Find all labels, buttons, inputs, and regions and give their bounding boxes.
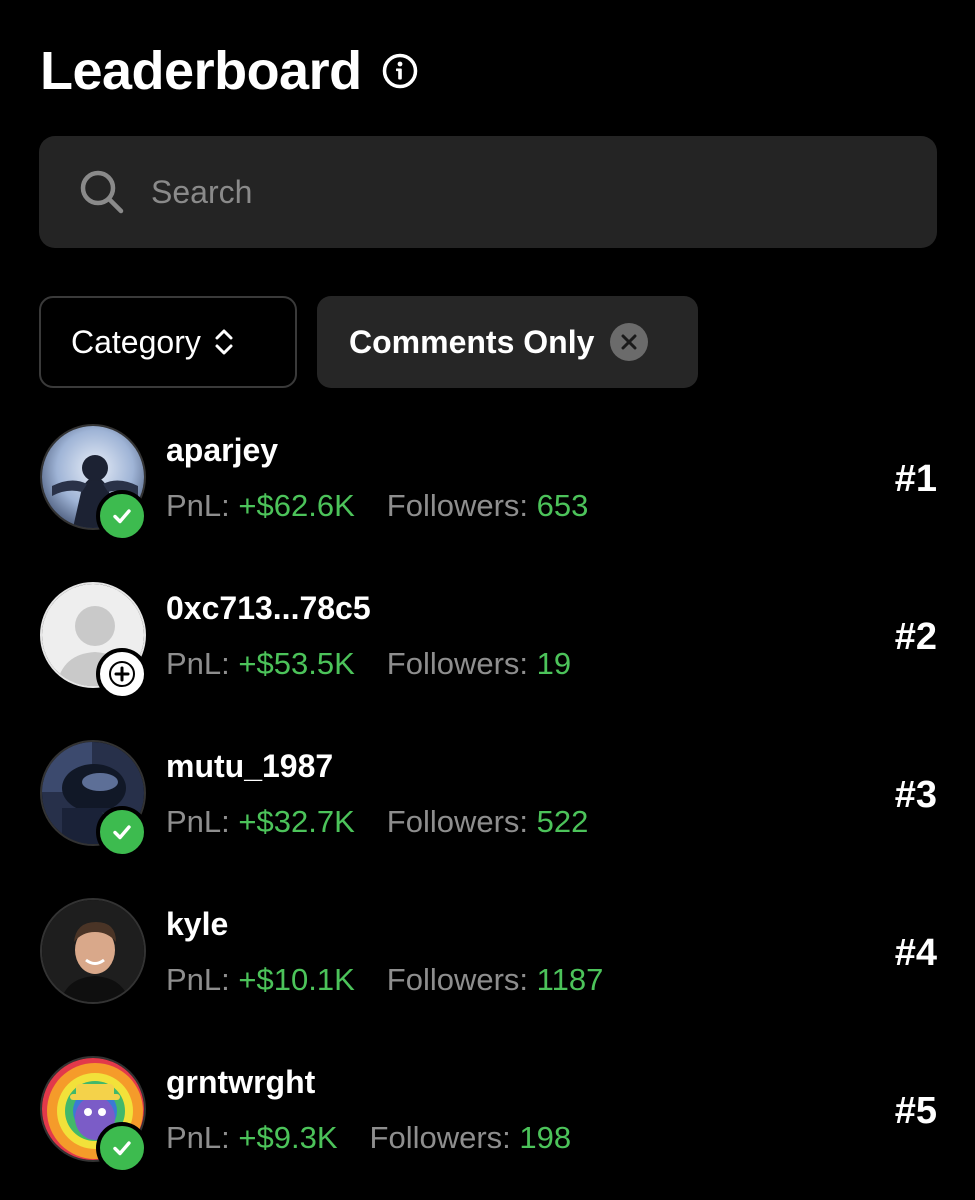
search-bar[interactable] [39,136,937,248]
filter-bar: Category Comments Only [39,296,698,388]
search-input[interactable] [151,162,937,222]
pnl-label: PnL: [166,646,230,681]
pnl-label: PnL: [166,962,230,997]
followers-value: 198 [519,1120,572,1155]
category-dropdown-label: Category [71,323,201,360]
followers-label: Followers: [369,1120,511,1155]
user-stats: PnL: +$53.5K Followers: 19 [166,646,571,682]
followers-label: Followers: [386,962,529,997]
username[interactable]: mutu_1987 [166,748,333,785]
username[interactable]: kyle [166,906,228,943]
followers-value: 19 [536,646,572,681]
comments-only-chip[interactable]: Comments Only [317,296,698,388]
leaderboard-row[interactable]: kyle PnL: +$10.1K Followers: 1187 #4 [40,898,937,1056]
avatar[interactable] [40,740,148,858]
pnl-label: PnL: [166,488,230,523]
leaderboard-row[interactable]: 0xc713...78c5 PnL: +$53.5K Followers: 19… [40,582,937,740]
user-stats: PnL: +$62.6K Followers: 653 [166,488,588,524]
page-title: Leaderboard [40,41,362,101]
followers-label: Followers: [386,646,529,681]
followers-label: Followers: [386,804,529,839]
category-dropdown[interactable]: Category [39,296,297,388]
rank: #1 [894,458,937,500]
avatar[interactable] [40,1056,148,1174]
followers-value: 522 [536,804,589,839]
user-stats: PnL: +$32.7K Followers: 522 [166,804,588,840]
followers-label: Followers: [386,488,529,523]
page-header: Leaderboard [40,38,418,104]
user-stats: PnL: +$10.1K Followers: 1187 [166,962,603,998]
rank: #4 [894,932,937,974]
search-icon [79,169,125,215]
username[interactable]: aparjey [166,432,278,469]
leaderboard-row[interactable]: aparjey PnL: +$62.6K Followers: 653 #1 [40,424,937,582]
username[interactable]: grntwrght [166,1064,315,1101]
verified-check-icon [96,1122,148,1174]
rank: #2 [894,616,937,658]
follow-plus-icon[interactable] [96,648,148,700]
verified-check-icon [96,806,148,858]
verified-check-icon [96,490,148,542]
followers-value: 1187 [536,962,604,997]
leaderboard-row[interactable]: mutu_1987 PnL: +$32.7K Followers: 522 #3 [40,740,937,898]
rank: #5 [894,1090,937,1132]
pnl-value: +$9.3K [238,1120,338,1155]
username[interactable]: 0xc713...78c5 [166,590,371,627]
pnl-label: PnL: [166,1120,230,1155]
user-stats: PnL: +$9.3K Followers: 198 [166,1120,571,1156]
pnl-value: +$62.6K [238,488,355,523]
close-icon[interactable] [610,323,649,361]
followers-value: 653 [536,488,589,523]
chevron-up-down-icon [213,327,235,357]
leaderboard-list: aparjey PnL: +$62.6K Followers: 653 #1 0… [40,424,937,1200]
pnl-value: +$32.7K [238,804,355,839]
rank: #3 [894,774,937,816]
avatar[interactable] [40,582,148,700]
pnl-value: +$10.1K [238,962,355,997]
info-circle-icon[interactable] [382,53,418,89]
avatar[interactable] [40,898,146,1004]
comments-only-chip-label: Comments Only [349,323,595,360]
leaderboard-row[interactable]: grntwrght PnL: +$9.3K Followers: 198 #5 [40,1056,937,1200]
pnl-value: +$53.5K [238,646,355,681]
pnl-label: PnL: [166,804,230,839]
avatar[interactable] [40,424,148,542]
